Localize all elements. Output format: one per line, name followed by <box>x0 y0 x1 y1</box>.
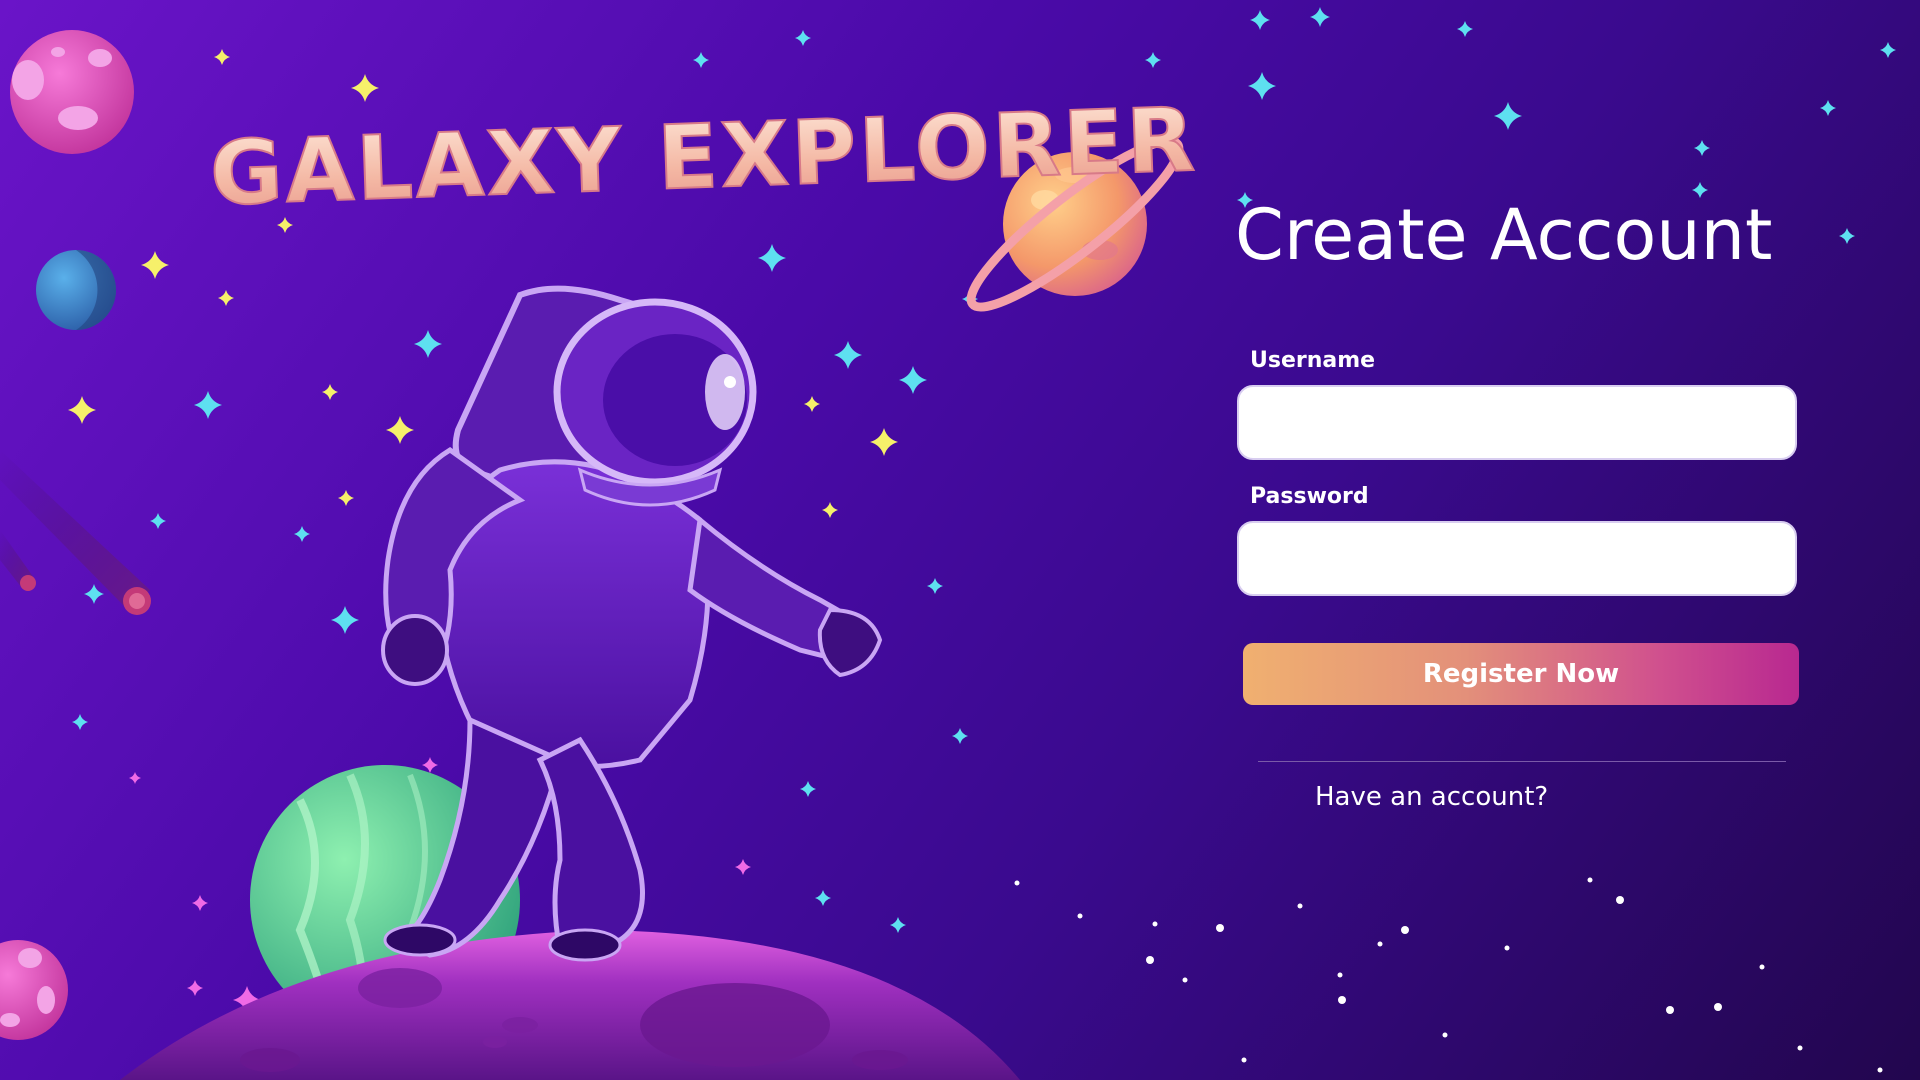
comet-icon <box>0 450 151 615</box>
registration-page: GALAXY EXPLORER Create Account Username … <box>0 0 1920 1080</box>
star-icon <box>338 490 354 506</box>
star-icon <box>1714 1003 1722 1011</box>
star-icon <box>890 917 906 933</box>
form-title: Create Account <box>1235 194 1773 276</box>
star-icon <box>1587 877 1593 883</box>
star-icon <box>150 513 166 529</box>
star-icon <box>822 502 838 518</box>
star-icon <box>72 714 88 730</box>
star-icon <box>1820 100 1836 116</box>
star-icon <box>834 341 862 369</box>
divider <box>1258 761 1786 762</box>
password-label: Password <box>1250 484 1369 509</box>
star-icon <box>194 391 222 419</box>
star-icon <box>422 757 438 773</box>
pink-planet-icon <box>0 940 68 1040</box>
password-input[interactable] <box>1237 521 1797 596</box>
star-icon <box>129 772 141 784</box>
star-icon <box>68 396 96 424</box>
star-icon <box>1401 926 1409 934</box>
star-icon <box>1146 956 1154 964</box>
star-icon <box>735 859 751 875</box>
star-icon <box>1759 964 1765 970</box>
star-icon <box>758 244 786 272</box>
star-icon <box>192 895 208 911</box>
star-icon <box>1152 921 1158 927</box>
star-icon <box>1494 102 1522 130</box>
star-icon <box>1241 1057 1247 1063</box>
star-icon <box>1694 140 1710 156</box>
star-icon <box>1666 1006 1674 1014</box>
star-icon <box>1880 42 1896 58</box>
star-icon <box>899 366 927 394</box>
have-account-link[interactable]: Have an account? <box>1315 782 1548 812</box>
star-icon <box>141 251 169 279</box>
star-icon <box>351 74 379 102</box>
star-icon <box>804 396 820 412</box>
star-icon <box>1616 896 1624 904</box>
star-icon <box>1797 1045 1803 1051</box>
star-icon <box>1839 228 1855 244</box>
star-icon <box>693 52 709 68</box>
star-icon <box>815 890 831 906</box>
star-icon <box>1297 903 1303 909</box>
star-icon <box>218 290 234 306</box>
star-icon <box>1250 10 1270 30</box>
star-icon <box>1442 1032 1448 1038</box>
star-icon <box>322 384 338 400</box>
register-button[interactable]: Register Now <box>1243 643 1799 705</box>
star-icon <box>1310 7 1330 27</box>
astronaut-illustration <box>381 285 883 962</box>
star-icon <box>1877 1067 1883 1073</box>
star-icon <box>1014 880 1020 886</box>
star-icon <box>84 584 104 604</box>
star-icon <box>1338 996 1346 1004</box>
star-icon <box>1457 21 1473 37</box>
star-icon <box>795 30 811 46</box>
star-icon <box>1337 972 1343 978</box>
star-icon <box>1504 945 1510 951</box>
star-icon <box>331 606 359 634</box>
star-icon <box>800 781 816 797</box>
star-icon <box>386 416 414 444</box>
star-icon <box>294 526 310 542</box>
star-icon <box>1248 72 1276 100</box>
pink-planet-icon <box>10 30 134 154</box>
username-input[interactable] <box>1237 385 1797 460</box>
star-icon <box>870 428 898 456</box>
star-icon <box>927 578 943 594</box>
star-icon <box>414 330 442 358</box>
star-icon <box>1377 941 1383 947</box>
star-icon <box>214 49 230 65</box>
blue-planet-icon <box>36 250 116 330</box>
star-icon <box>187 980 203 996</box>
username-label: Username <box>1250 348 1376 373</box>
star-icon <box>1216 924 1224 932</box>
star-icon <box>952 728 968 744</box>
star-icon <box>1077 913 1083 919</box>
star-icon <box>1145 52 1161 68</box>
star-icon <box>1182 977 1188 983</box>
